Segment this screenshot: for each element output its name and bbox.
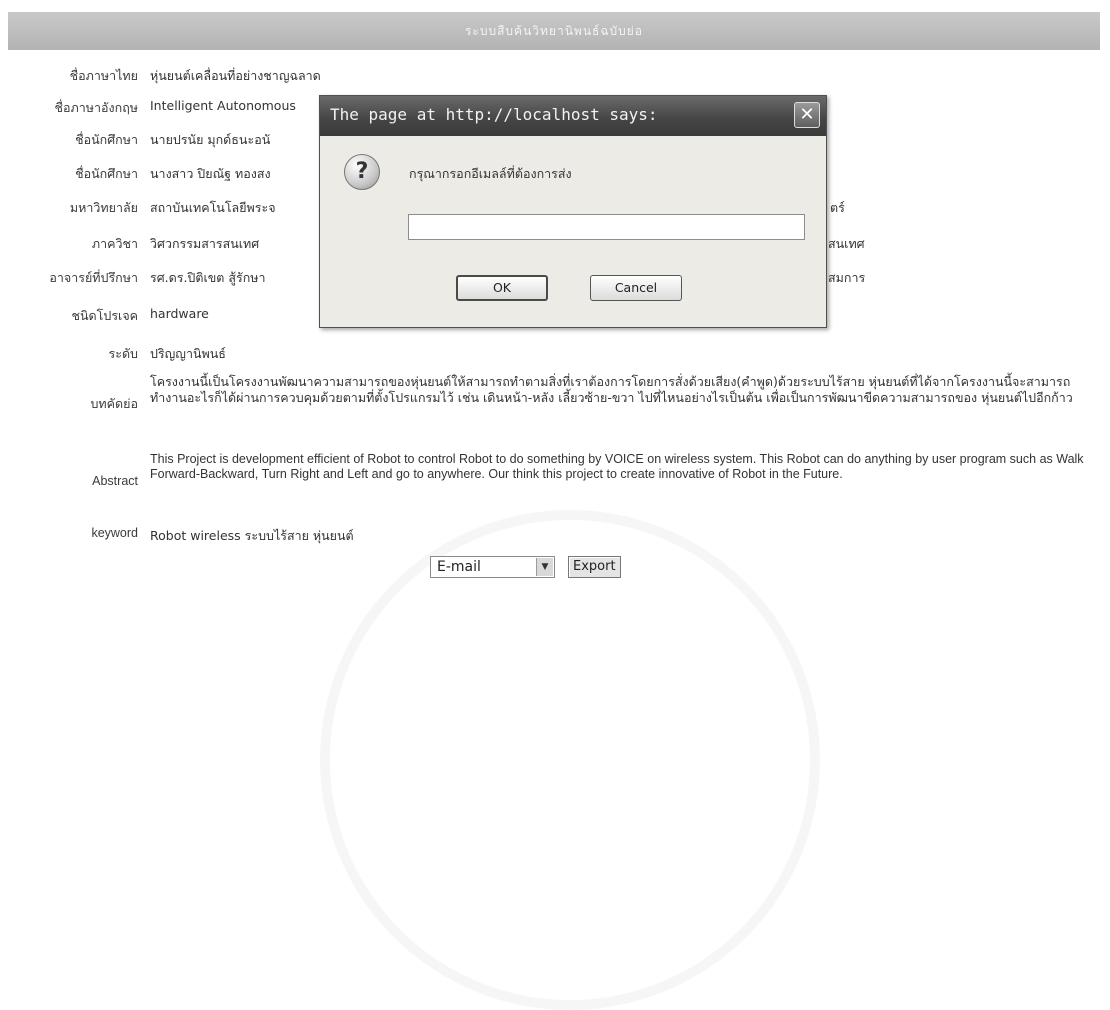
prompt-dialog: The page at http://localhost says: ✕ ? ก… — [319, 95, 827, 328]
field-label: ชื่อนักศึกษา — [75, 166, 138, 181]
field-value: hardware — [150, 306, 209, 321]
field-label: ชื่อนักศึกษา — [75, 132, 138, 147]
keyword-value: Robot wireless ระบบไร้สาย หุ่นยนต์ — [150, 528, 354, 543]
ok-button[interactable]: OK — [456, 275, 548, 301]
email-input[interactable] — [408, 214, 805, 240]
field-label: ระดับ — [108, 346, 138, 361]
field-value: หุ่นยนต์เคลื่อนที่อย่างชาญฉลาด — [150, 68, 321, 83]
close-icon[interactable]: ✕ — [794, 102, 820, 128]
dialog-body: ? กรุณากรอกอีเมลล์ที่ต้องการส่ง OK Cance… — [320, 136, 826, 327]
field-value: นางสาว ปิยณัฐ ทองสง — [150, 166, 271, 181]
export-button[interactable]: Export — [568, 556, 621, 578]
field-label: ชนิดโปรเจค — [71, 308, 138, 323]
cancel-button[interactable]: Cancel — [590, 275, 682, 301]
abstract-en-label: Abstract — [92, 474, 138, 488]
field-value: สถาบันเทคโนโลยีพระจ — [150, 200, 276, 215]
field-value: Intelligent Autonomous — [150, 98, 296, 113]
field-label: ชื่อภาษาไทย — [69, 68, 138, 83]
abstract-en-text: This Project is development efficient of… — [150, 452, 1084, 481]
abstract-th-label: บทคัดย่อ — [90, 396, 139, 411]
question-icon: ? — [344, 154, 380, 190]
field-value: รศ.ดร.ปิติเขต สู้รักษา — [150, 270, 266, 285]
field-label: มหาวิทยาลัย — [69, 200, 138, 215]
field-value-overflow: สนเทศ — [828, 236, 865, 251]
export-format-value: E-mail — [437, 559, 481, 575]
field-value: วิศวกรรมสารสนเทศ — [150, 236, 260, 251]
keyword-label: keyword — [91, 526, 138, 540]
field-value: นายปรนัย มุกด์ธนะอนั — [150, 132, 271, 147]
dialog-prompt-text: กรุณากรอกอีเมลล์ที่ต้องการส่ง — [409, 166, 572, 181]
abstract-th-text: โครงงานนี้เป็นโครงงานพัฒนาความสามารถของห… — [150, 374, 1073, 405]
dialog-title: The page at http://localhost says: — [330, 105, 658, 124]
export-format-select[interactable]: E-mail ▼ — [430, 556, 555, 578]
field-value-overflow: สมการ — [828, 270, 866, 285]
field-label: อาจารย์ที่ปรึกษา — [49, 270, 138, 285]
field-value: ปริญญานิพนธ์ — [150, 346, 226, 361]
field-value-overflow: ตร์ — [830, 200, 845, 215]
chevron-down-icon[interactable]: ▼ — [536, 558, 553, 576]
field-label: ภาควิชา — [91, 236, 138, 251]
dialog-titlebar[interactable]: The page at http://localhost says: ✕ — [320, 96, 826, 136]
field-label: ชื่อภาษาอังกฤษ — [54, 100, 139, 115]
